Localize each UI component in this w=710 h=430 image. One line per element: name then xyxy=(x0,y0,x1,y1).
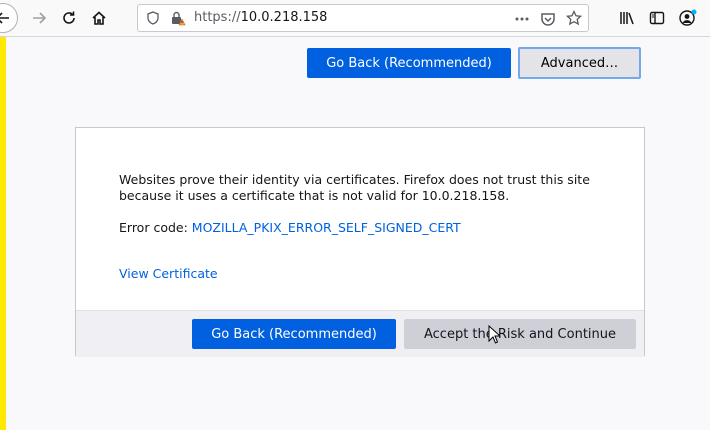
warning-lock-icon[interactable] xyxy=(170,10,186,26)
warning-stripe xyxy=(0,37,6,430)
back-arrow-icon xyxy=(0,10,11,26)
star-icon[interactable] xyxy=(566,10,582,26)
forward-arrow-icon xyxy=(31,10,47,26)
url-host: 10.0.218.158 xyxy=(240,10,328,25)
view-certificate-link[interactable]: View Certificate xyxy=(119,266,218,281)
url-text: https://10.0.218.158 xyxy=(194,10,327,25)
url-scheme: https:// xyxy=(194,10,241,25)
home-icon xyxy=(91,10,107,26)
accept-risk-button[interactable]: Accept the Risk and Continue xyxy=(404,319,636,349)
error-code-label: Error code: xyxy=(119,220,188,235)
certificate-message: Websites prove their identity via certif… xyxy=(119,172,590,203)
browser-toolbar: https://10.0.218.158 xyxy=(0,0,710,37)
error-code-line: Error code: MOZILLA_PKIX_ERROR_SELF_SIGN… xyxy=(119,220,461,235)
url-bar[interactable]: https://10.0.218.158 xyxy=(137,4,589,32)
mouse-cursor-icon xyxy=(488,325,500,345)
panel-footer: Go Back (Recommended) Accept the Risk an… xyxy=(76,310,644,357)
back-button[interactable] xyxy=(0,3,18,33)
go-back-button[interactable]: Go Back (Recommended) xyxy=(192,319,396,349)
sidebar-icon[interactable] xyxy=(649,10,665,26)
top-go-back-button[interactable]: Go Back (Recommended) xyxy=(307,48,511,78)
forward-button[interactable] xyxy=(24,3,54,33)
reload-icon xyxy=(61,10,77,26)
home-button[interactable] xyxy=(84,3,114,33)
reload-button[interactable] xyxy=(54,3,84,33)
error-code-link[interactable]: MOZILLA_PKIX_ERROR_SELF_SIGNED_CERT xyxy=(192,220,461,235)
more-dots-icon[interactable] xyxy=(514,11,530,27)
shield-icon[interactable] xyxy=(146,11,160,25)
pocket-icon[interactable] xyxy=(540,11,556,27)
advanced-button[interactable]: Advanced… xyxy=(518,47,641,79)
account-icon[interactable] xyxy=(679,9,697,27)
library-icon[interactable] xyxy=(619,10,635,26)
advanced-panel: Websites prove their identity via certif… xyxy=(75,127,645,357)
